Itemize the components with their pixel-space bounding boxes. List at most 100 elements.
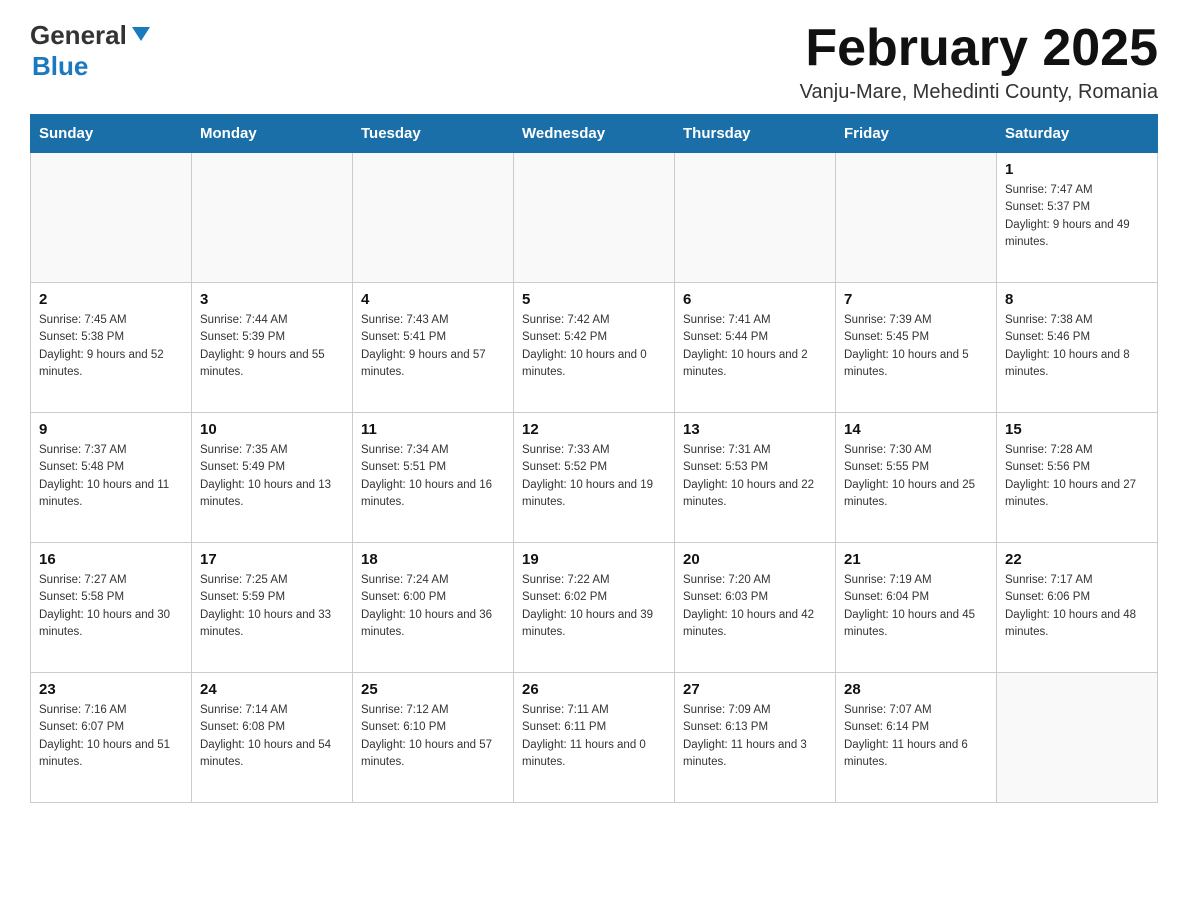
day-number: 15 — [1005, 421, 1149, 438]
day-info: Sunrise: 7:14 AMSunset: 6:08 PMDaylight:… — [200, 702, 344, 771]
week-row-5: 23 Sunrise: 7:16 AMSunset: 6:07 PMDayligh… — [31, 673, 1158, 803]
calendar-cell: 15 Sunrise: 7:28 AMSunset: 5:56 PMDayligh… — [997, 413, 1158, 543]
day-number: 27 — [683, 681, 827, 698]
day-info: Sunrise: 7:42 AMSunset: 5:42 PMDaylight:… — [522, 312, 666, 381]
day-number: 26 — [522, 681, 666, 698]
header-wednesday: Wednesday — [514, 115, 675, 153]
day-info: Sunrise: 7:43 AMSunset: 5:41 PMDaylight:… — [361, 312, 505, 381]
calendar-cell: 10 Sunrise: 7:35 AMSunset: 5:49 PMDayligh… — [192, 413, 353, 543]
calendar-cell: 3Sunrise: 7:44 AMSunset: 5:39 PMDaylight… — [192, 283, 353, 413]
calendar-cell: 23 Sunrise: 7:16 AMSunset: 6:07 PMDayligh… — [31, 673, 192, 803]
day-info: Sunrise: 7:38 AMSunset: 5:46 PMDaylight:… — [1005, 312, 1149, 381]
calendar-cell — [836, 153, 997, 283]
day-info: Sunrise: 7:16 AMSunset: 6:07 PMDaylight:… — [39, 702, 183, 771]
day-number: 25 — [361, 681, 505, 698]
calendar-cell: 4 Sunrise: 7:43 AMSunset: 5:41 PMDaylight… — [353, 283, 514, 413]
day-info: Sunrise: 7:25 AMSunset: 5:59 PMDaylight:… — [200, 572, 344, 641]
day-info: Sunrise: 7:24 AMSunset: 6:00 PMDaylight:… — [361, 572, 505, 641]
day-info: Sunrise: 7:30 AMSunset: 5:55 PMDaylight:… — [844, 442, 988, 511]
calendar-cell: 16Sunrise: 7:27 AMSunset: 5:58 PMDayligh… — [31, 543, 192, 673]
calendar-cell: 17 Sunrise: 7:25 AMSunset: 5:59 PMDayligh… — [192, 543, 353, 673]
day-number: 24 — [200, 681, 344, 698]
calendar-cell: 18 Sunrise: 7:24 AMSunset: 6:00 PMDayligh… — [353, 543, 514, 673]
day-number: 12 — [522, 421, 666, 438]
day-info: Sunrise: 7:45 AMSunset: 5:38 PMDaylight:… — [39, 312, 183, 381]
day-info: Sunrise: 7:33 AMSunset: 5:52 PMDaylight:… — [522, 442, 666, 511]
day-number: 22 — [1005, 551, 1149, 568]
calendar-cell — [675, 153, 836, 283]
page-header: General Blue February 2025 Vanju-Mare, M… — [30, 20, 1158, 104]
logo-blue-text: Blue — [32, 51, 88, 81]
logo-general-text: General — [30, 20, 127, 51]
day-info: Sunrise: 7:28 AMSunset: 5:56 PMDaylight:… — [1005, 442, 1149, 511]
calendar-cell: 2 Sunrise: 7:45 AMSunset: 5:38 PMDaylight… — [31, 283, 192, 413]
day-number: 5 — [522, 291, 666, 308]
calendar-cell: 12 Sunrise: 7:33 AMSunset: 5:52 PMDayligh… — [514, 413, 675, 543]
location: Vanju-Mare, Mehedinti County, Romania — [800, 81, 1158, 104]
week-row-3: 9 Sunrise: 7:37 AMSunset: 5:48 PMDaylight… — [31, 413, 1158, 543]
day-info: Sunrise: 7:17 AMSunset: 6:06 PMDaylight:… — [1005, 572, 1149, 641]
day-number: 1 — [1005, 161, 1149, 178]
day-number: 9 — [39, 421, 183, 438]
calendar-cell: 5 Sunrise: 7:42 AMSunset: 5:42 PMDaylight… — [514, 283, 675, 413]
day-info: Sunrise: 7:19 AMSunset: 6:04 PMDaylight:… — [844, 572, 988, 641]
day-number: 7 — [844, 291, 988, 308]
day-info: Sunrise: 7:35 AMSunset: 5:49 PMDaylight:… — [200, 442, 344, 511]
calendar-cell: 19 Sunrise: 7:22 AMSunset: 6:02 PMDayligh… — [514, 543, 675, 673]
calendar-cell: 1 Sunrise: 7:47 AMSunset: 5:37 PMDaylight… — [997, 153, 1158, 283]
logo-arrow-icon — [130, 23, 152, 50]
calendar-cell: 7 Sunrise: 7:39 AMSunset: 5:45 PMDaylight… — [836, 283, 997, 413]
calendar-cell — [192, 153, 353, 283]
day-number: 3 — [200, 291, 344, 308]
calendar-cell: 27 Sunrise: 7:09 AMSunset: 6:13 PMDayligh… — [675, 673, 836, 803]
day-info: Sunrise: 7:41 AMSunset: 5:44 PMDaylight:… — [683, 312, 827, 381]
header-thursday: Thursday — [675, 115, 836, 153]
day-info: Sunrise: 7:09 AMSunset: 6:13 PMDaylight:… — [683, 702, 827, 771]
calendar-header-row: Sunday Monday Tuesday Wednesday Thursday… — [31, 115, 1158, 153]
calendar-cell: 22 Sunrise: 7:17 AMSunset: 6:06 PMDayligh… — [997, 543, 1158, 673]
day-number: 10 — [200, 421, 344, 438]
calendar-cell: 25Sunrise: 7:12 AMSunset: 6:10 PMDayligh… — [353, 673, 514, 803]
day-number: 19 — [522, 551, 666, 568]
calendar-cell: 11Sunrise: 7:34 AMSunset: 5:51 PMDayligh… — [353, 413, 514, 543]
day-number: 18 — [361, 551, 505, 568]
calendar-table: Sunday Monday Tuesday Wednesday Thursday… — [30, 114, 1158, 803]
header-saturday: Saturday — [997, 115, 1158, 153]
day-number: 8 — [1005, 291, 1149, 308]
header-sunday: Sunday — [31, 115, 192, 153]
day-number: 17 — [200, 551, 344, 568]
calendar-cell: 21Sunrise: 7:19 AMSunset: 6:04 PMDayligh… — [836, 543, 997, 673]
header-tuesday: Tuesday — [353, 115, 514, 153]
day-number: 2 — [39, 291, 183, 308]
calendar-cell: 13Sunrise: 7:31 AMSunset: 5:53 PMDayligh… — [675, 413, 836, 543]
day-info: Sunrise: 7:39 AMSunset: 5:45 PMDaylight:… — [844, 312, 988, 381]
calendar-cell: 9 Sunrise: 7:37 AMSunset: 5:48 PMDaylight… — [31, 413, 192, 543]
calendar-cell: 20 Sunrise: 7:20 AMSunset: 6:03 PMDayligh… — [675, 543, 836, 673]
week-row-1: 1 Sunrise: 7:47 AMSunset: 5:37 PMDaylight… — [31, 153, 1158, 283]
day-info: Sunrise: 7:20 AMSunset: 6:03 PMDaylight:… — [683, 572, 827, 641]
day-info: Sunrise: 7:37 AMSunset: 5:48 PMDaylight:… — [39, 442, 183, 511]
calendar-cell: 28 Sunrise: 7:07 AMSunset: 6:14 PMDayligh… — [836, 673, 997, 803]
header-monday: Monday — [192, 115, 353, 153]
title-section: February 2025 Vanju-Mare, Mehedinti Coun… — [800, 20, 1158, 104]
calendar-cell: 8 Sunrise: 7:38 AMSunset: 5:46 PMDaylight… — [997, 283, 1158, 413]
day-number: 6 — [683, 291, 827, 308]
day-info: Sunrise: 7:47 AMSunset: 5:37 PMDaylight:… — [1005, 182, 1149, 251]
day-info: Sunrise: 7:22 AMSunset: 6:02 PMDaylight:… — [522, 572, 666, 641]
day-number: 28 — [844, 681, 988, 698]
day-number: 16 — [39, 551, 183, 568]
day-info: Sunrise: 7:07 AMSunset: 6:14 PMDaylight:… — [844, 702, 988, 771]
day-number: 13 — [683, 421, 827, 438]
day-number: 20 — [683, 551, 827, 568]
calendar-cell — [514, 153, 675, 283]
calendar-cell — [31, 153, 192, 283]
header-friday: Friday — [836, 115, 997, 153]
calendar-cell — [353, 153, 514, 283]
day-number: 4 — [361, 291, 505, 308]
day-number: 23 — [39, 681, 183, 698]
week-row-4: 16Sunrise: 7:27 AMSunset: 5:58 PMDayligh… — [31, 543, 1158, 673]
week-row-2: 2 Sunrise: 7:45 AMSunset: 5:38 PMDaylight… — [31, 283, 1158, 413]
calendar-cell — [997, 673, 1158, 803]
calendar-cell: 14Sunrise: 7:30 AMSunset: 5:55 PMDayligh… — [836, 413, 997, 543]
day-number: 11 — [361, 421, 505, 438]
